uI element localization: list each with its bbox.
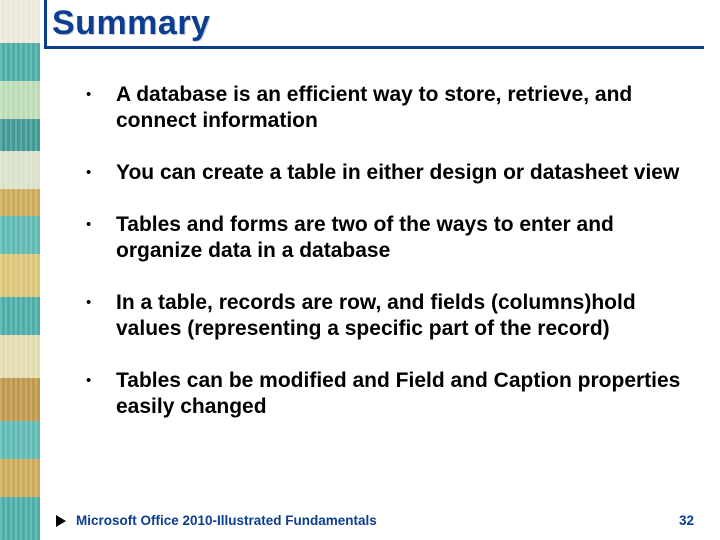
bullet-text: In a table, records are row, and fields … xyxy=(116,290,682,342)
bullet-text: Tables can be modified and Field and Cap… xyxy=(116,368,682,420)
list-item: • Tables and forms are two of the ways t… xyxy=(82,212,682,264)
bullet-marker: • xyxy=(82,212,116,238)
bullet-text: A database is an efficient way to store,… xyxy=(116,82,682,134)
title-rule-horizontal xyxy=(44,46,704,49)
list-item: • Tables can be modified and Field and C… xyxy=(82,368,682,420)
bullet-marker: • xyxy=(82,160,116,186)
bullet-marker: • xyxy=(82,368,116,394)
bullet-marker: • xyxy=(82,82,116,108)
bullet-marker: • xyxy=(82,290,116,316)
bullet-text: Tables and forms are two of the ways to … xyxy=(116,212,682,264)
title-rule-vertical xyxy=(44,0,47,49)
decorative-side-stripe xyxy=(0,0,40,540)
list-item: • You can create a table in either desig… xyxy=(82,160,682,186)
page-number: 32 xyxy=(679,513,694,528)
bullet-text: You can create a table in either design … xyxy=(116,160,679,186)
slide-title: Summary xyxy=(52,4,210,43)
bullet-list: • A database is an efficient way to stor… xyxy=(82,82,682,446)
slide-footer: Microsoft Office 2010-Illustrated Fundam… xyxy=(0,513,720,528)
list-item: • A database is an efficient way to stor… xyxy=(82,82,682,134)
footer-text: Microsoft Office 2010-Illustrated Fundam… xyxy=(76,513,679,528)
list-item: • In a table, records are row, and field… xyxy=(82,290,682,342)
triangle-icon xyxy=(56,515,66,527)
